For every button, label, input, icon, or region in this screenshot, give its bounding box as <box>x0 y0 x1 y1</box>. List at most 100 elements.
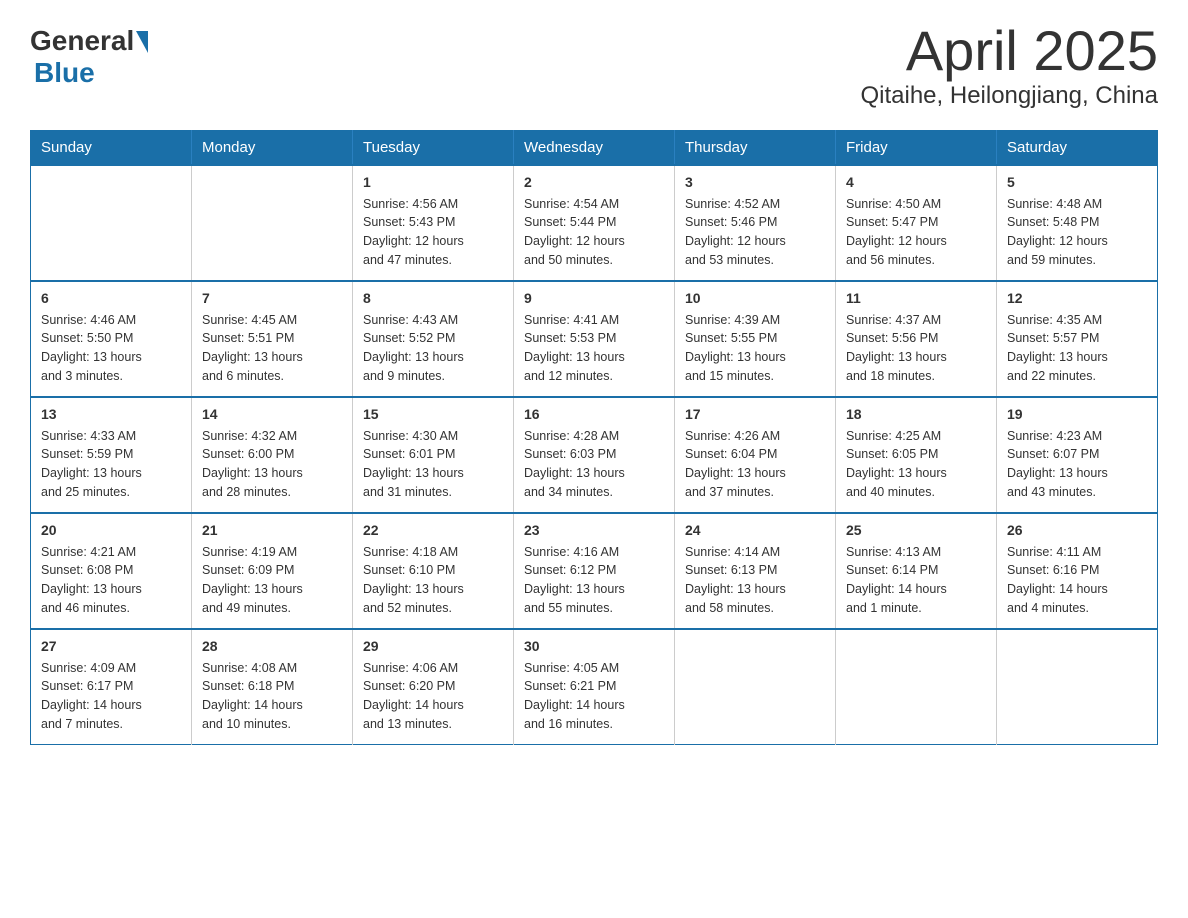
day-info: and 16 minutes. <box>524 715 664 734</box>
day-info: Sunset: 5:46 PM <box>685 213 825 232</box>
day-number: 25 <box>846 520 986 541</box>
day-info: Sunset: 5:43 PM <box>363 213 503 232</box>
day-info: Daylight: 13 hours <box>41 348 181 367</box>
day-info: Sunrise: 4:33 AM <box>41 427 181 446</box>
calendar-cell: 28Sunrise: 4:08 AMSunset: 6:18 PMDayligh… <box>192 629 353 745</box>
day-info: and 3 minutes. <box>41 367 181 386</box>
day-info: Sunrise: 4:37 AM <box>846 311 986 330</box>
day-info: and 22 minutes. <box>1007 367 1147 386</box>
day-info: Sunrise: 4:16 AM <box>524 543 664 562</box>
calendar-cell: 16Sunrise: 4:28 AMSunset: 6:03 PMDayligh… <box>514 397 675 513</box>
day-info: and 50 minutes. <box>524 251 664 270</box>
day-info: Sunset: 6:08 PM <box>41 561 181 580</box>
day-info: Daylight: 13 hours <box>685 348 825 367</box>
day-info: Daylight: 13 hours <box>846 348 986 367</box>
logo: General Blue <box>30 25 148 89</box>
day-info: Daylight: 13 hours <box>524 348 664 367</box>
day-info: Sunrise: 4:14 AM <box>685 543 825 562</box>
day-info: and 46 minutes. <box>41 599 181 618</box>
day-info: Daylight: 13 hours <box>202 464 342 483</box>
calendar-cell: 18Sunrise: 4:25 AMSunset: 6:05 PMDayligh… <box>836 397 997 513</box>
day-info: Daylight: 13 hours <box>41 580 181 599</box>
day-info: Daylight: 13 hours <box>524 580 664 599</box>
day-info: Daylight: 13 hours <box>1007 464 1147 483</box>
day-info: and 1 minute. <box>846 599 986 618</box>
day-info: Sunset: 5:56 PM <box>846 329 986 348</box>
calendar-cell: 10Sunrise: 4:39 AMSunset: 5:55 PMDayligh… <box>675 281 836 397</box>
day-info: and 53 minutes. <box>685 251 825 270</box>
day-info: and 15 minutes. <box>685 367 825 386</box>
calendar-cell: 21Sunrise: 4:19 AMSunset: 6:09 PMDayligh… <box>192 513 353 629</box>
day-number: 9 <box>524 288 664 309</box>
day-info: Sunrise: 4:21 AM <box>41 543 181 562</box>
calendar-subtitle: Qitaihe, Heilongjiang, China <box>860 82 1158 110</box>
day-info: Sunset: 6:17 PM <box>41 677 181 696</box>
day-info: and 13 minutes. <box>363 715 503 734</box>
day-number: 7 <box>202 288 342 309</box>
day-info: Daylight: 13 hours <box>202 348 342 367</box>
day-info: Daylight: 12 hours <box>846 232 986 251</box>
day-info: Sunset: 5:50 PM <box>41 329 181 348</box>
day-number: 27 <box>41 636 181 657</box>
day-info: Daylight: 13 hours <box>685 464 825 483</box>
calendar-cell: 30Sunrise: 4:05 AMSunset: 6:21 PMDayligh… <box>514 629 675 745</box>
day-info: and 25 minutes. <box>41 483 181 502</box>
day-info: Daylight: 13 hours <box>685 580 825 599</box>
day-info: Sunset: 6:00 PM <box>202 445 342 464</box>
logo-blue-text: Blue <box>34 57 95 89</box>
day-info: Sunset: 5:55 PM <box>685 329 825 348</box>
calendar-cell: 26Sunrise: 4:11 AMSunset: 6:16 PMDayligh… <box>997 513 1158 629</box>
day-info: Daylight: 14 hours <box>363 696 503 715</box>
day-number: 4 <box>846 172 986 193</box>
day-info: Sunrise: 4:18 AM <box>363 543 503 562</box>
day-info: Sunset: 5:57 PM <box>1007 329 1147 348</box>
day-info: Sunrise: 4:30 AM <box>363 427 503 446</box>
calendar-cell: 20Sunrise: 4:21 AMSunset: 6:08 PMDayligh… <box>31 513 192 629</box>
day-info: Daylight: 14 hours <box>41 696 181 715</box>
week-row: 6Sunrise: 4:46 AMSunset: 5:50 PMDaylight… <box>31 281 1158 397</box>
day-info: Sunrise: 4:35 AM <box>1007 311 1147 330</box>
day-info: Daylight: 14 hours <box>524 696 664 715</box>
calendar-cell: 29Sunrise: 4:06 AMSunset: 6:20 PMDayligh… <box>353 629 514 745</box>
calendar-cell <box>836 629 997 745</box>
day-info: Sunset: 5:59 PM <box>41 445 181 464</box>
day-info: Daylight: 14 hours <box>1007 580 1147 599</box>
day-number: 3 <box>685 172 825 193</box>
day-info: Sunset: 6:16 PM <box>1007 561 1147 580</box>
calendar-cell: 12Sunrise: 4:35 AMSunset: 5:57 PMDayligh… <box>997 281 1158 397</box>
day-number: 16 <box>524 404 664 425</box>
calendar-cell: 8Sunrise: 4:43 AMSunset: 5:52 PMDaylight… <box>353 281 514 397</box>
day-info: and 56 minutes. <box>846 251 986 270</box>
day-info: Daylight: 13 hours <box>1007 348 1147 367</box>
day-info: Sunrise: 4:13 AM <box>846 543 986 562</box>
day-number: 11 <box>846 288 986 309</box>
day-info: and 10 minutes. <box>202 715 342 734</box>
calendar-cell: 6Sunrise: 4:46 AMSunset: 5:50 PMDaylight… <box>31 281 192 397</box>
weekday-row: SundayMondayTuesdayWednesdayThursdayFrid… <box>31 130 1158 165</box>
day-number: 6 <box>41 288 181 309</box>
day-info: Sunrise: 4:45 AM <box>202 311 342 330</box>
day-info: Sunrise: 4:25 AM <box>846 427 986 446</box>
calendar-cell: 5Sunrise: 4:48 AMSunset: 5:48 PMDaylight… <box>997 165 1158 281</box>
day-info: Sunset: 6:04 PM <box>685 445 825 464</box>
day-number: 28 <box>202 636 342 657</box>
day-number: 14 <box>202 404 342 425</box>
day-number: 10 <box>685 288 825 309</box>
day-info: and 6 minutes. <box>202 367 342 386</box>
weekday-header-saturday: Saturday <box>997 130 1158 165</box>
day-number: 30 <box>524 636 664 657</box>
logo-general-text: General <box>30 25 134 57</box>
day-info: Sunset: 6:09 PM <box>202 561 342 580</box>
day-info: and 58 minutes. <box>685 599 825 618</box>
day-info: and 12 minutes. <box>524 367 664 386</box>
day-number: 18 <box>846 404 986 425</box>
day-info: Sunrise: 4:08 AM <box>202 659 342 678</box>
weekday-header-monday: Monday <box>192 130 353 165</box>
day-info: and 31 minutes. <box>363 483 503 502</box>
calendar-cell <box>192 165 353 281</box>
day-info: Sunrise: 4:23 AM <box>1007 427 1147 446</box>
calendar-cell: 9Sunrise: 4:41 AMSunset: 5:53 PMDaylight… <box>514 281 675 397</box>
day-info: Sunset: 5:52 PM <box>363 329 503 348</box>
day-info: Daylight: 12 hours <box>1007 232 1147 251</box>
day-info: Sunset: 6:01 PM <box>363 445 503 464</box>
